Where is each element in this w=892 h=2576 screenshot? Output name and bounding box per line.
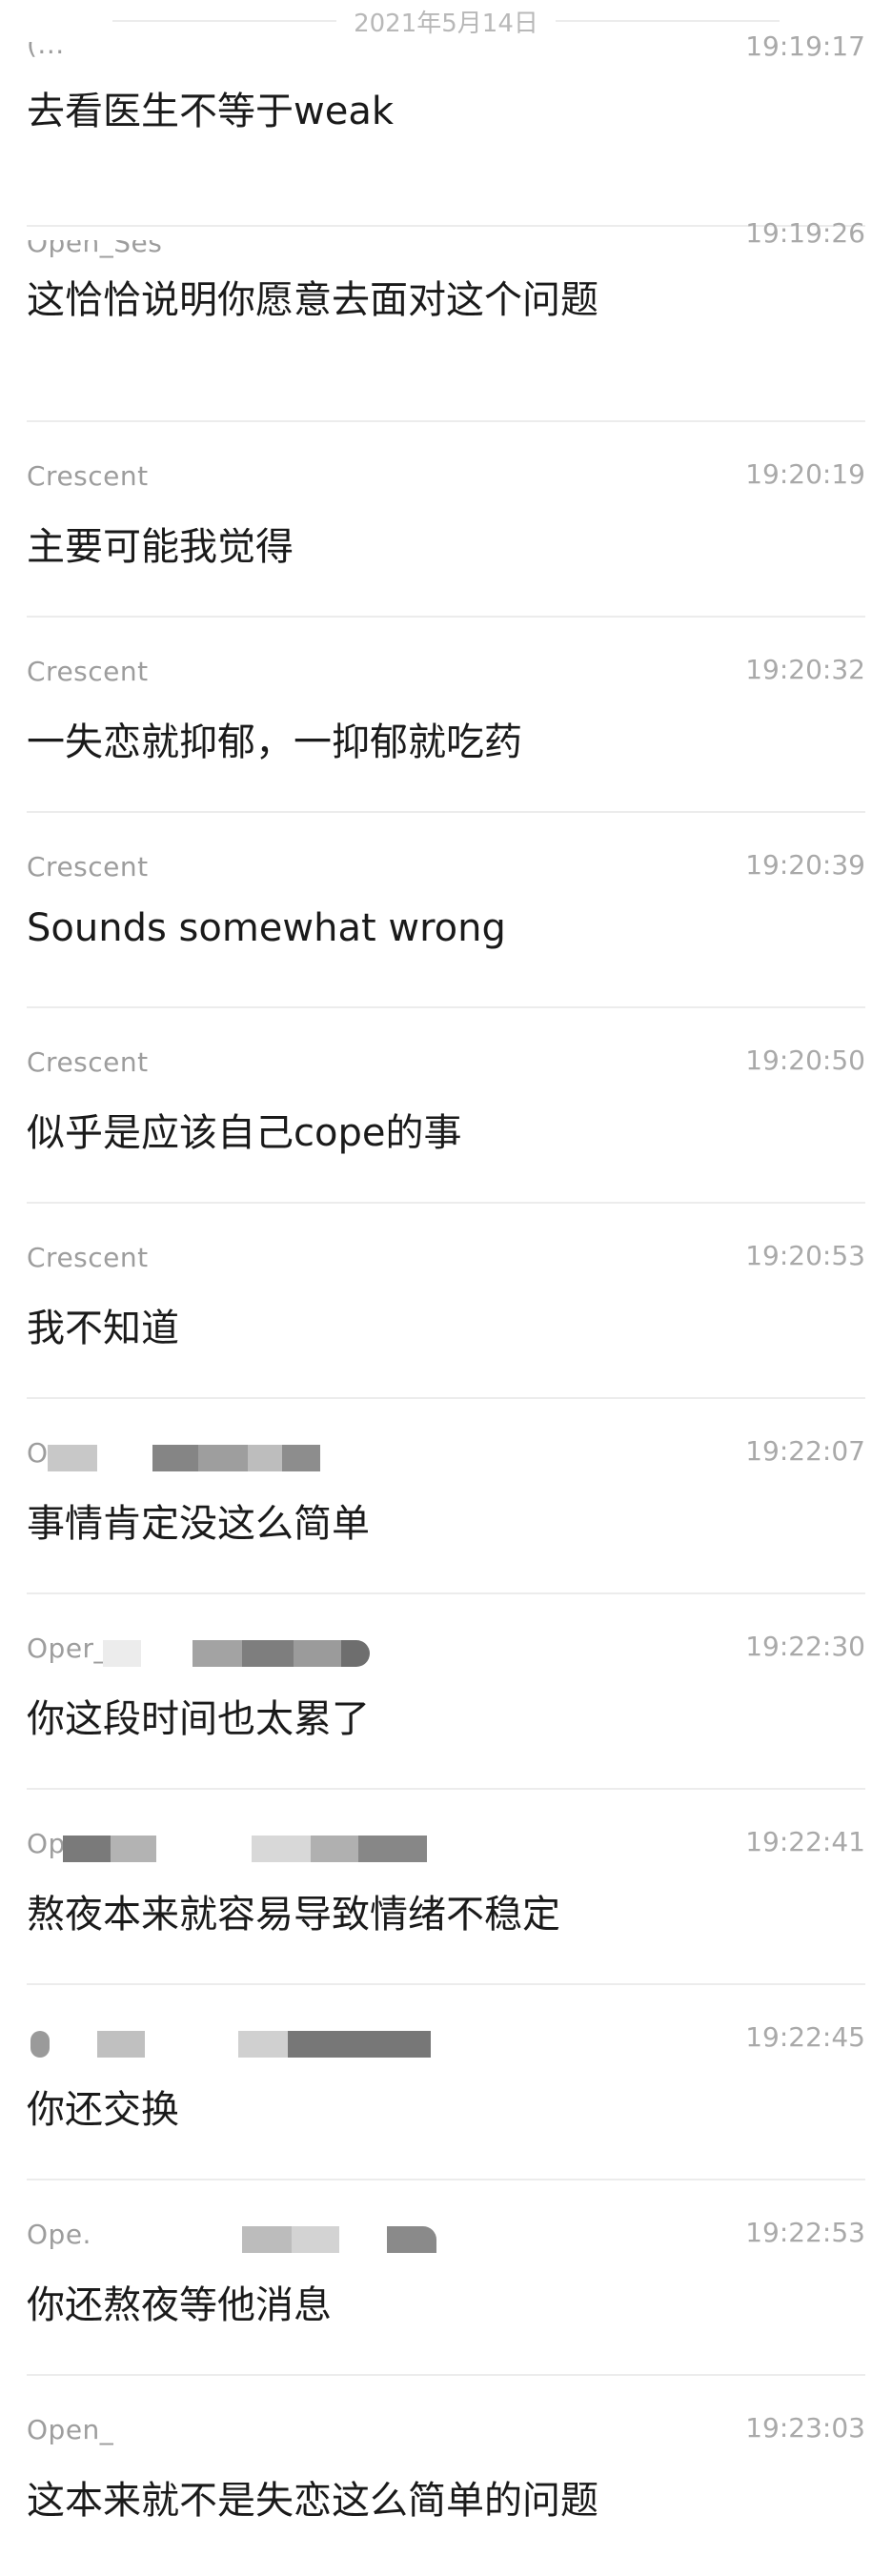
message-text: 主要可能我觉得 bbox=[27, 525, 294, 569]
message-item[interactable]: 19:22:45 你还交换 bbox=[27, 1985, 865, 2180]
message-item[interactable]: Oper_ 19:22:30 你这段时间也太累了 bbox=[27, 1594, 865, 1790]
message-text: 似乎是应该自己cope的事 bbox=[27, 1111, 462, 1155]
sender-name: Crescent bbox=[27, 460, 149, 492]
message-item[interactable]: Op 19:22:41 熬夜本来就容易导致情绪不稳定 bbox=[27, 1790, 865, 1985]
sender-name: Op bbox=[27, 1828, 66, 1859]
message-time: 19:20:50 bbox=[745, 1045, 865, 1076]
message-time: 19:22:53 bbox=[745, 2217, 865, 2248]
name-redaction-mosaic bbox=[63, 1836, 427, 1862]
message-time: 19:22:41 bbox=[745, 1826, 865, 1857]
sender-name: Crescent bbox=[27, 1242, 149, 1273]
message-time: 19:23:03 bbox=[745, 2412, 865, 2444]
message-item[interactable]: Open_Ses 19:19:26 这恰恰说明你愿意去面对这个问题 bbox=[27, 217, 865, 422]
message-time: 19:20:19 bbox=[745, 458, 865, 490]
message-time: 19:19:26 bbox=[745, 217, 865, 249]
message-text: 事情肯定没这么简单 bbox=[27, 1502, 370, 1546]
message-text: 你这段时间也太累了 bbox=[27, 1697, 370, 1741]
divider-line-left bbox=[112, 20, 337, 22]
message-item[interactable]: O 19:22:07 事情肯定没这么简单 bbox=[27, 1399, 865, 1594]
message-list[interactable]: (... 19:19:17 去看医生不等于weak Open_Ses 19:19… bbox=[0, 30, 892, 2528]
message-text: 这恰恰说明你愿意去面对这个问题 bbox=[27, 278, 598, 322]
sender-name: O bbox=[27, 1437, 49, 1469]
message-time: 19:20:32 bbox=[745, 654, 865, 685]
message-text: 去看医生不等于weak bbox=[27, 90, 394, 133]
date-label: 2021年5月14日 bbox=[354, 9, 538, 38]
sender-name: Crescent bbox=[27, 851, 149, 882]
message-item[interactable]: Crescent 19:20:19 主要可能我觉得 bbox=[27, 422, 865, 618]
name-redaction-mosaic bbox=[103, 1640, 370, 1667]
message-text: 你还熬夜等他消息 bbox=[27, 2283, 332, 2327]
message-text: 你还交换 bbox=[27, 2088, 179, 2132]
message-time: 19:20:39 bbox=[745, 849, 865, 881]
sender-name: Ope. bbox=[27, 2219, 91, 2250]
sender-name: Open_ bbox=[27, 2414, 114, 2445]
message-item[interactable]: Open_ 19:23:03 这本来就不是失恋这么简单的问题 bbox=[27, 2376, 865, 2528]
message-item[interactable]: Crescent 19:20:32 一失恋就抑郁，一抑郁就吃药 bbox=[27, 618, 865, 813]
message-item[interactable]: Crescent 19:20:53 我不知道 bbox=[27, 1204, 865, 1399]
message-text: Sounds somewhat wrong bbox=[27, 906, 506, 950]
message-text: 这本来就不是失恋这么简单的问题 bbox=[27, 2479, 598, 2523]
message-time: 19:19:17 bbox=[745, 30, 865, 62]
message-item[interactable]: (... 19:19:17 去看医生不等于weak bbox=[27, 30, 865, 227]
divider-line-right bbox=[555, 20, 780, 22]
message-time: 19:22:30 bbox=[745, 1631, 865, 1662]
name-redaction-mosaic bbox=[48, 1445, 320, 1471]
message-text: 一失恋就抑郁，一抑郁就吃药 bbox=[27, 720, 522, 764]
name-redaction-mosaic bbox=[242, 2226, 436, 2253]
message-text: 熬夜本来就容易导致情绪不稳定 bbox=[27, 1893, 560, 1937]
sender-name: Open_Ses bbox=[27, 227, 163, 258]
name-redaction-mosaic bbox=[30, 2031, 431, 2058]
sender-name: Crescent bbox=[27, 656, 149, 687]
message-item[interactable]: Crescent 19:20:39 Sounds somewhat wrong bbox=[27, 813, 865, 1008]
message-item[interactable]: Ope. 19:22:53 你还熬夜等他消息 bbox=[27, 2180, 865, 2376]
sender-name: Oper_ bbox=[27, 1633, 109, 1664]
message-time: 19:22:07 bbox=[745, 1435, 865, 1467]
message-text: 我不知道 bbox=[27, 1307, 179, 1350]
sender-name: Crescent bbox=[27, 1046, 149, 1078]
message-item[interactable]: Crescent 19:20:50 似乎是应该自己cope的事 bbox=[27, 1008, 865, 1204]
message-time: 19:22:45 bbox=[745, 2021, 865, 2053]
message-time: 19:20:53 bbox=[745, 1240, 865, 1271]
